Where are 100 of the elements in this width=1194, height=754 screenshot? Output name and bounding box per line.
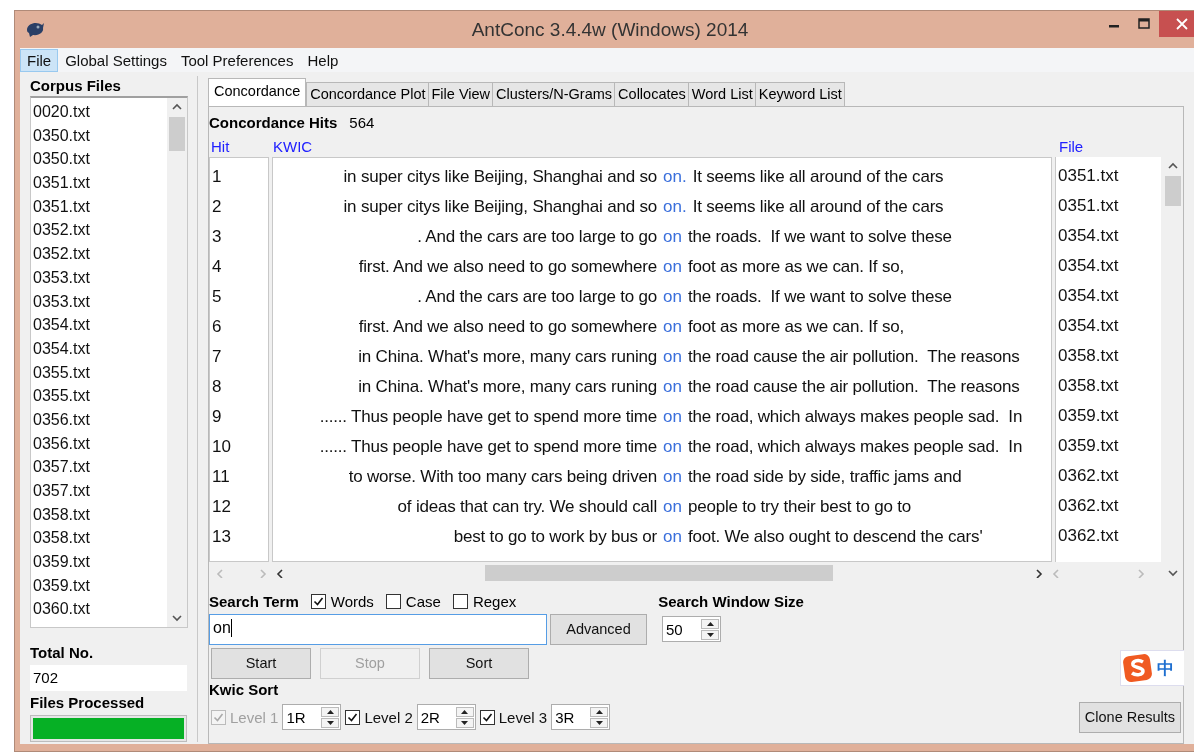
list-item[interactable]: 0353.txt xyxy=(33,265,167,290)
close-icon[interactable] xyxy=(1176,18,1188,30)
input-method-logo-icon[interactable] xyxy=(1123,653,1153,683)
menu-item[interactable]: Help xyxy=(300,48,346,72)
scroll-thumb[interactable] xyxy=(169,117,185,151)
hit-number: 1 xyxy=(211,167,222,187)
list-item[interactable]: 0358.txt xyxy=(33,526,167,551)
right-context: people to try their best to go to xyxy=(687,497,911,517)
checkbox-label: Words xyxy=(330,592,374,610)
spin-up-icon[interactable] xyxy=(705,620,715,627)
action-button[interactable]: Start xyxy=(211,647,311,679)
chevron-up-icon[interactable] xyxy=(1167,161,1179,171)
checkbox[interactable] xyxy=(479,709,495,725)
spin-down-icon[interactable] xyxy=(705,631,715,638)
list-item[interactable]: 0020.txt xyxy=(33,100,167,124)
close-button[interactable] xyxy=(1159,11,1194,37)
advanced-button[interactable]: Advanced xyxy=(550,613,647,645)
chevron-down-icon[interactable] xyxy=(1167,568,1179,578)
window-title: AntConc 3.4.4w (Windows) 2014 xyxy=(471,19,749,41)
list-item[interactable]: 0360.txt xyxy=(33,597,167,622)
scroll-thumb[interactable] xyxy=(1165,176,1181,206)
spin-down-icon[interactable] xyxy=(460,719,470,726)
file-name: 0359.txt xyxy=(1057,406,1119,426)
list-item[interactable]: 0357.txt xyxy=(33,479,167,503)
checkbox[interactable] xyxy=(385,593,401,609)
right-context: the road cause the air pollution. The reasons xyxy=(687,347,1020,367)
list-item[interactable]: 0350.txt xyxy=(33,147,167,172)
file-name: 0351.txt xyxy=(1057,196,1119,216)
checkbox-label: Level 3 xyxy=(498,708,548,726)
sort-level-spinner[interactable]: 2R xyxy=(416,704,476,730)
hit-number: 7 xyxy=(211,347,222,367)
chevron-down-icon[interactable] xyxy=(171,613,183,623)
checkbox[interactable] xyxy=(310,593,326,609)
file-name: 0354.txt xyxy=(1057,316,1119,336)
window-size-spinner[interactable]: 50 xyxy=(662,616,721,642)
scrollbar[interactable] xyxy=(167,98,187,627)
menu-item[interactable]: File xyxy=(20,48,59,72)
list-item[interactable]: 0359.txt xyxy=(33,550,167,574)
spin-up-icon[interactable] xyxy=(460,708,470,715)
keyword: on xyxy=(662,467,683,487)
sort-level-spinner[interactable]: 3R xyxy=(551,704,611,730)
hit-number: 12 xyxy=(211,497,231,517)
spin-up-icon[interactable] xyxy=(325,708,335,715)
panel-label: Corpus Files xyxy=(30,77,122,95)
list-item[interactable]: 0356.txt xyxy=(33,431,167,456)
left-context: first. And we also need to go somewhere xyxy=(357,317,657,337)
right-context: the road, which always makes people sad. In xyxy=(687,407,1023,427)
scroll-thumb[interactable] xyxy=(485,565,833,581)
menu-item[interactable]: Global Settings xyxy=(58,48,174,72)
tab[interactable]: Keyword List xyxy=(754,82,845,106)
field-label: Total No. xyxy=(30,644,95,662)
right-context: the roads. If we want to solve these xyxy=(687,287,952,307)
list-item[interactable]: 0357.txt xyxy=(33,455,167,479)
chevron-up-icon[interactable] xyxy=(171,102,183,112)
list-item[interactable]: 0352.txt xyxy=(33,242,167,266)
checkbox[interactable] xyxy=(452,593,468,609)
spin-up-icon[interactable] xyxy=(594,708,604,715)
search-field[interactable]: on xyxy=(209,613,547,645)
list-item[interactable]: 0356.txt xyxy=(33,407,167,432)
list-item[interactable]: 0353.txt xyxy=(33,289,167,314)
list-item[interactable]: 0352.txt xyxy=(33,218,167,243)
tab[interactable]: Collocates xyxy=(614,82,689,106)
list-item[interactable]: 0354.txt xyxy=(33,313,167,337)
tab[interactable]: Concordance xyxy=(208,78,307,106)
list-item[interactable]: 0355.txt xyxy=(33,360,167,385)
tab[interactable]: Clusters/N-Grams xyxy=(492,82,616,106)
file-list[interactable]: 0020.txt 0350.txt 0350.txt 0351.txt 0351.txt 0352.txt 0352.txt 0353.txt 0353.txt 0354.txt 0354.txt 0355.txt 0355.txt 0356.txt 0356.txt 0357.txt 0357.txt 0358.txt 0358.txt 0359.txt 0359.txt 0360.txt xyxy=(30,96,188,628)
list-item[interactable]: 0359.txt xyxy=(33,573,167,598)
list-item[interactable]: 0351.txt xyxy=(33,171,167,195)
checkbox[interactable] xyxy=(345,709,361,725)
ime-toolbar[interactable]: 中 xyxy=(1120,650,1184,686)
app-logo-icon xyxy=(25,20,45,38)
tab[interactable]: File View xyxy=(427,82,494,106)
column-header[interactable]: KWIC xyxy=(271,138,1057,155)
tab[interactable]: Concordance Plot xyxy=(306,82,429,106)
list-item[interactable]: 0354.txt xyxy=(33,336,167,361)
left-context: of ideas that can try. We should call xyxy=(396,497,657,517)
file-name: 0358.txt xyxy=(1057,376,1119,396)
clone-results-button[interactable]: Clone Results xyxy=(1079,701,1181,733)
keyword: on xyxy=(662,257,683,277)
action-button[interactable]: Sort xyxy=(429,647,529,679)
ime-mode[interactable]: 中 xyxy=(1157,656,1174,680)
column-header[interactable]: Hit xyxy=(209,138,271,155)
list-item[interactable]: 0350.txt xyxy=(33,123,167,148)
list-item[interactable]: 0358.txt xyxy=(33,502,167,527)
hit-number: 4 xyxy=(211,257,222,277)
tab[interactable]: Word List xyxy=(687,82,756,106)
maximize-icon[interactable] xyxy=(1138,18,1150,30)
spin-down-icon[interactable] xyxy=(325,719,335,726)
file-name: 0359.txt xyxy=(1057,436,1119,456)
list-item[interactable]: 0351.txt xyxy=(33,194,167,219)
chevron-right-icon[interactable] xyxy=(1033,568,1045,578)
column-header[interactable]: File xyxy=(1057,138,1173,155)
menu-item[interactable]: Tool Preferences xyxy=(173,48,301,72)
hit-number: 8 xyxy=(211,377,222,397)
hits-label: Concordance Hits xyxy=(209,113,338,131)
right-context: the road, which always makes people sad. In xyxy=(687,437,1023,457)
file-name: 0362.txt xyxy=(1057,526,1119,546)
list-item[interactable]: 0355.txt xyxy=(33,384,167,408)
spin-down-icon[interactable] xyxy=(594,719,604,726)
